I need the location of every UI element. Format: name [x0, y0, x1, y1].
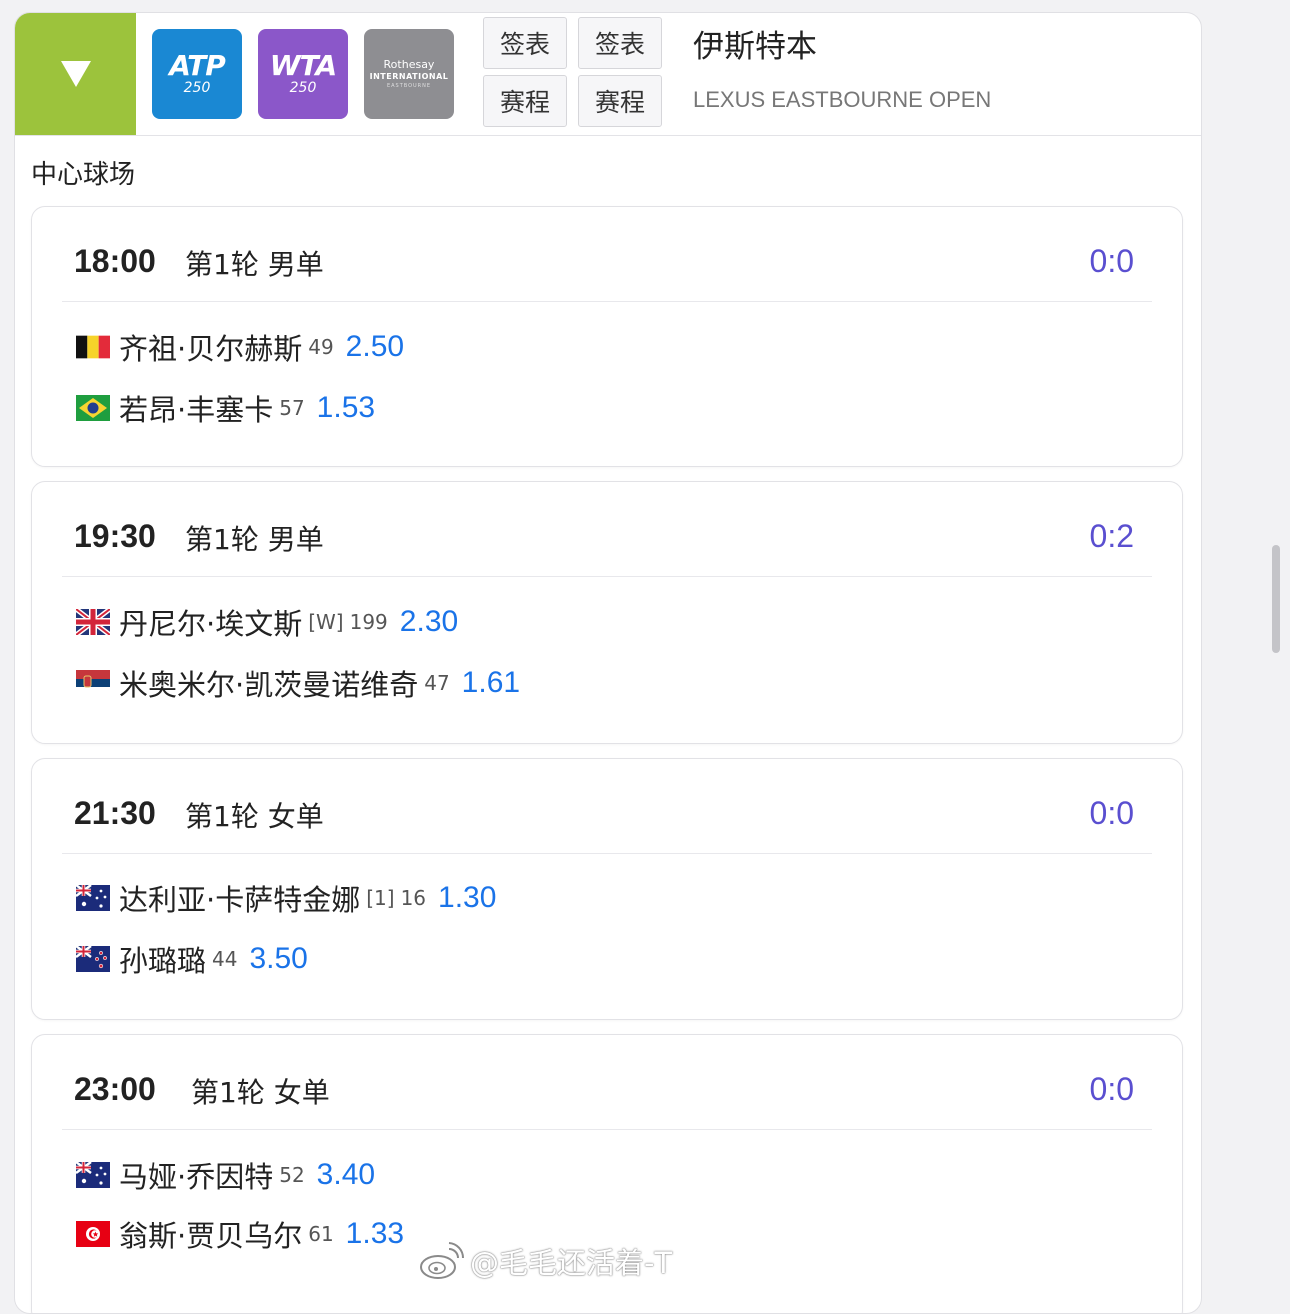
schedule-button-atp[interactable]: 赛程: [483, 75, 567, 127]
player-odds[interactable]: 1.53: [317, 391, 375, 425]
draw-button-atp[interactable]: 签表: [483, 17, 567, 69]
player-rank: 52: [279, 1163, 305, 1187]
player-rank: 44: [212, 947, 238, 971]
player-name: 丹尼尔·埃文斯: [119, 607, 303, 641]
player-name: 若昂·丰塞卡: [119, 393, 274, 427]
match-round: 第1轮 男单: [185, 248, 324, 281]
vertical-scrollbar[interactable]: [1272, 545, 1280, 653]
divider: [62, 1129, 1152, 1130]
wta-logo-sub: 250: [289, 80, 317, 96]
player-row[interactable]: 齐祖·贝尔赫斯 49 2.50: [76, 327, 404, 367]
wta-logo-text: WTA: [269, 49, 337, 82]
player-odds[interactable]: 2.30: [400, 605, 458, 639]
match-score: 0:0: [1089, 795, 1134, 831]
player-seed: [1]: [366, 886, 395, 910]
atp-250-logo: ATP 250: [152, 29, 242, 119]
player-rank: 199: [349, 610, 388, 634]
match-time: 18:00: [74, 243, 156, 279]
match-card[interactable]: 18:00 第1轮 男单 0:0 齐祖·贝尔赫斯 49 2.50 若昂·丰塞卡 …: [31, 206, 1183, 467]
collapse-toggle-button[interactable]: [15, 13, 136, 135]
australia-flag-icon: [76, 885, 110, 911]
player-row[interactable]: 翁斯·贾贝乌尔 61 1.33: [76, 1214, 404, 1254]
weibo-watermark: @毛毛还活着-T: [418, 1240, 672, 1282]
player-row[interactable]: 马娅·乔因特 52 3.40: [76, 1155, 375, 1195]
player-row[interactable]: 孙璐璐 44 3.50: [76, 939, 308, 979]
rothesay-logo-line3: EASTBOURNE: [386, 83, 432, 89]
match-round: 第1轮 女单: [185, 800, 324, 833]
tournament-panel: ATP 250 WTA 250 Rothesay INTERNATIONAL E…: [14, 12, 1202, 1314]
player-odds[interactable]: 1.61: [462, 666, 520, 700]
player-name: 达利亚·卡萨特金娜: [119, 883, 361, 917]
tunisia-flag-icon: [76, 1221, 110, 1247]
schedule-button-wta[interactable]: 赛程: [578, 75, 662, 127]
rothesay-international-logo: Rothesay INTERNATIONAL EASTBOURNE: [364, 29, 454, 119]
rothesay-logo-line1: Rothesay: [383, 58, 435, 71]
player-odds[interactable]: 1.33: [346, 1217, 404, 1251]
match-card[interactable]: 19:30 第1轮 男单 0:2 丹尼尔·埃文斯 [W] 199 2.30 米奥…: [31, 481, 1183, 744]
player-rank: 61: [308, 1222, 334, 1246]
weibo-logo-icon: [420, 1242, 464, 1279]
player-odds[interactable]: 3.50: [249, 942, 307, 976]
player-row[interactable]: 丹尼尔·埃文斯 [W] 199 2.30: [76, 602, 458, 642]
match-card[interactable]: 21:30 第1轮 女单 0:0 达利亚·卡萨特金娜 [1] 16 1.30 孙…: [31, 758, 1183, 1020]
new-zealand-flag-icon: [76, 946, 110, 972]
match-round: 第1轮 男单: [185, 523, 324, 556]
match-score: 0:0: [1089, 243, 1134, 279]
divider: [62, 301, 1152, 302]
match-time: 23:00: [74, 1071, 156, 1107]
serbia-flag-icon: [76, 670, 110, 696]
tournament-header: ATP 250 WTA 250 Rothesay INTERNATIONAL E…: [15, 13, 1201, 136]
player-seed: [W]: [308, 610, 344, 634]
match-time: 19:30: [74, 518, 156, 554]
divider: [62, 853, 1152, 854]
atp-logo-text: ATP: [169, 49, 226, 82]
triangle-down-icon: [60, 61, 91, 87]
player-odds[interactable]: 3.40: [317, 1158, 375, 1192]
player-row[interactable]: 米奥米尔·凯茨曼诺维奇 47 1.61: [76, 663, 520, 703]
brazil-flag-icon: [76, 395, 110, 421]
tournament-name: 伊斯特本: [693, 29, 817, 65]
player-name: 翁斯·贾贝乌尔: [119, 1219, 303, 1253]
player-name: 马娅·乔因特: [119, 1160, 274, 1194]
watermark-text: @毛毛还活着-T: [470, 1246, 673, 1280]
uk-flag-icon: [76, 609, 110, 635]
match-time: 21:30: [74, 795, 156, 831]
player-name: 孙璐璐: [119, 944, 207, 978]
match-round: 第1轮 女单: [191, 1076, 330, 1109]
player-odds[interactable]: 1.30: [438, 881, 496, 915]
divider: [62, 576, 1152, 577]
match-score: 0:0: [1089, 1071, 1134, 1107]
tournament-name-en: LEXUS EASTBOURNE OPEN: [693, 87, 992, 112]
player-name: 齐祖·贝尔赫斯: [119, 332, 303, 366]
player-rank: 16: [400, 886, 427, 910]
rothesay-logo-line2: INTERNATIONAL: [369, 72, 449, 81]
player-rank: 57: [279, 396, 305, 420]
atp-logo-sub: 250: [183, 80, 211, 96]
court-name: 中心球场: [31, 160, 136, 190]
belgium-flag-icon: [76, 334, 110, 360]
draw-button-wta[interactable]: 签表: [578, 17, 662, 69]
player-rank: 49: [308, 335, 334, 359]
player-name: 米奥米尔·凯茨曼诺维奇: [119, 668, 419, 702]
player-row[interactable]: 达利亚·卡萨特金娜 [1] 16 1.30: [76, 878, 496, 918]
player-rank: 47: [424, 671, 450, 695]
wta-250-logo: WTA 250: [258, 29, 348, 119]
player-odds[interactable]: 2.50: [346, 330, 404, 364]
australia-flag-icon: [76, 1162, 110, 1188]
match-score: 0:2: [1089, 518, 1134, 554]
player-row[interactable]: 若昂·丰塞卡 57 1.53: [76, 388, 375, 428]
